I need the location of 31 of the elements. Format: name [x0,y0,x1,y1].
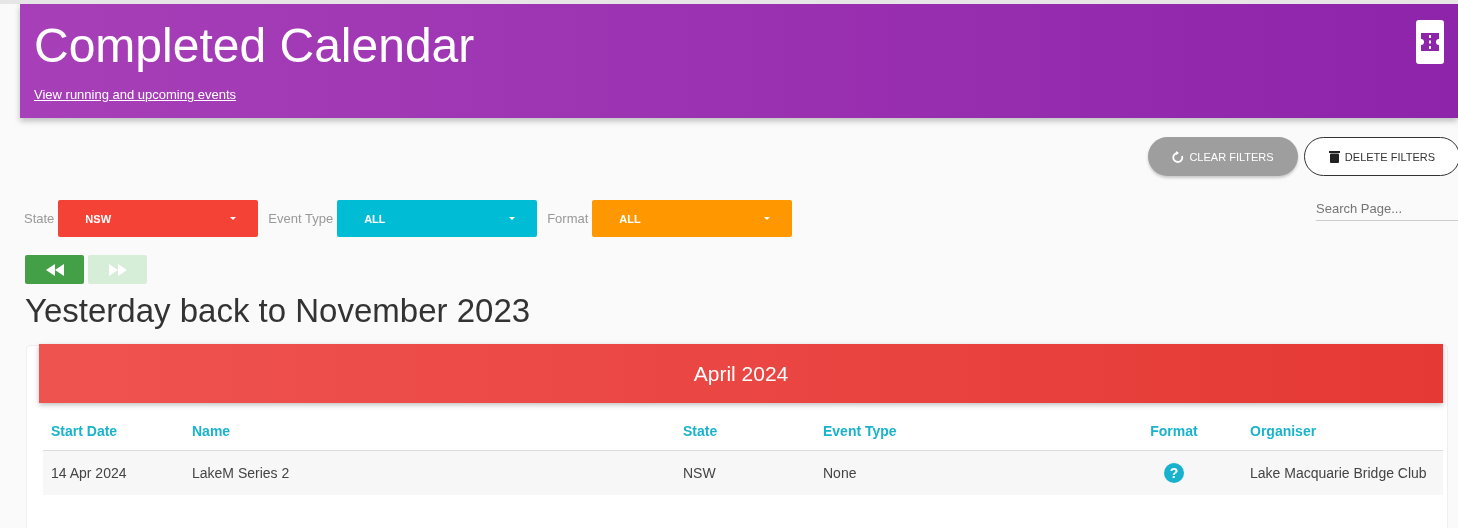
table-cell: None [823,465,857,481]
column-header: Organiser [1242,419,1443,451]
filter-label: Format [547,211,589,226]
month-title: April 2024 [39,344,1443,403]
ticket-icon[interactable] [1416,20,1444,64]
delete-filters-button[interactable]: DELETE FILTERS [1304,137,1458,176]
reset-icon [1172,150,1185,163]
column-header: State [675,419,815,451]
filter-dropdown[interactable]: NSW [58,200,259,237]
search-field[interactable]: Search Page... [1316,196,1458,221]
column-header: Start Date [43,419,184,451]
filter-dropdown[interactable]: ALL [337,200,538,237]
table-cell: NSW [683,465,716,481]
filter-label: State [24,211,55,226]
table-cell: LakeM Series 2 [192,465,290,481]
table-cell: 14 Apr 2024 [51,465,127,481]
filter-dropdown[interactable]: ALL [592,200,793,237]
help-icon: ? [1164,463,1184,483]
column-header: Name [184,419,675,451]
running-events-link[interactable]: View running and upcoming events [34,87,475,102]
fast-forward-icon [108,263,127,276]
table-cell: Lake Macquarie Bridge Club [1250,465,1427,481]
column-header: Format [1106,419,1242,451]
filter-label: Event Type [268,211,334,226]
column-header: Event Type [815,419,1106,451]
clear-filters-button[interactable]: CLEAR FILTERS [1148,137,1298,176]
period-heading: Yesterday back to November 2023 [25,292,532,330]
rewind-icon [45,263,64,276]
page-title: Completed Calendar [34,18,475,73]
trash-icon [1328,150,1340,163]
previous-button[interactable] [25,255,84,284]
